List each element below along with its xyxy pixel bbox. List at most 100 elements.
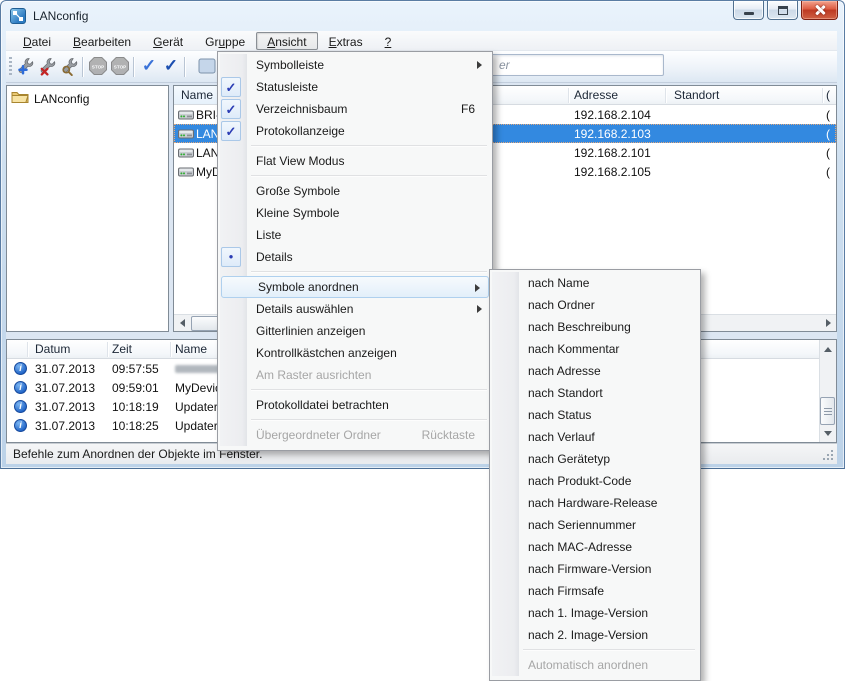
menu-item-automatisch-anordnen: Automatisch anordnen	[492, 654, 698, 676]
check-icon[interactable]: ✓	[139, 56, 159, 76]
log-column-header-zeit[interactable]: Zeit	[112, 342, 132, 356]
tree-item-lanconfig[interactable]: LANconfig	[11, 90, 89, 107]
menubar-item-datei[interactable]: Datei	[12, 32, 62, 50]
search-text: er	[499, 58, 510, 72]
log-date: 31.07.2013	[35, 400, 95, 414]
stop-icon[interactable]: STOP	[88, 56, 108, 76]
screen: LANconfig DateiBearbeitenGerätGruppeAnsi…	[0, 0, 845, 681]
menu-item-flat-view-modus[interactable]: Flat View Modus	[220, 150, 490, 172]
menu-item-nach-firmsafe[interactable]: nach Firmsafe	[492, 580, 698, 602]
menu-item-label: nach Name	[528, 276, 589, 290]
resize-grip[interactable]	[831, 450, 833, 452]
menu-item-nach-seriennummer[interactable]: nach Seriennummer	[492, 514, 698, 536]
menu-item-nach-mac-adresse[interactable]: nach MAC-Adresse	[492, 536, 698, 558]
titlebar[interactable]: LANconfig	[1, 1, 844, 31]
info-icon: i	[14, 419, 27, 432]
log-column-header-datum[interactable]: Datum	[35, 342, 70, 356]
menu-item-nach-ordner[interactable]: nach Ordner	[492, 294, 698, 316]
menu-item-label: Details auswählen	[256, 302, 353, 316]
menu-item-label: nach Status	[528, 408, 591, 422]
menu-item-nach-name[interactable]: nach Name	[492, 272, 698, 294]
column-header-item[interactable]: (	[826, 88, 830, 102]
menu-item-label: nach Firmsafe	[528, 584, 604, 598]
menu-item-nach-1-image-version[interactable]: nach 1. Image-Version	[492, 602, 698, 624]
menu-item-nach-kommentar[interactable]: nach Kommentar	[492, 338, 698, 360]
menu-item-kleine-symbole[interactable]: Kleine Symbole	[220, 202, 490, 224]
radio-dot-icon: ●	[221, 247, 241, 267]
menu-item-label: nach Produkt-Code	[528, 474, 631, 488]
menu-item-protokollanzeige[interactable]: ✓Protokollanzeige	[220, 120, 490, 142]
menubar-item-ansicht[interactable]: Ansicht	[256, 32, 317, 50]
toolbar-separator	[184, 57, 185, 77]
window-title: LANconfig	[33, 9, 88, 23]
menu-item-nach-status[interactable]: nach Status	[492, 404, 698, 426]
menu-item-verzeichnisbaum[interactable]: ✓VerzeichnisbaumF6	[220, 98, 490, 120]
menubar-item-gruppe[interactable]: Gruppe	[194, 32, 256, 50]
check-all-icon[interactable]: ✓	[161, 56, 181, 76]
config-delete-icon[interactable]	[37, 56, 57, 76]
menu-item-statusleiste[interactable]: ✓Statusleiste	[220, 76, 490, 98]
minimize-icon	[744, 12, 754, 15]
menu-item-nach-hardware-release[interactable]: nach Hardware-Release	[492, 492, 698, 514]
menu-item-details[interactable]: ●Details	[220, 246, 490, 268]
menu-separator	[220, 386, 490, 394]
menu-item-label: Symbolleiste	[256, 58, 324, 72]
menu-item-details-ausw-hlen[interactable]: Details auswählen	[220, 298, 490, 320]
scroll-right-arrow[interactable]	[820, 315, 836, 331]
stop-all-icon[interactable]: STOP	[110, 56, 130, 76]
menu-item-nach-standort[interactable]: nach Standort	[492, 382, 698, 404]
column-separator	[568, 88, 569, 103]
device-address: 192.168.2.104	[574, 108, 651, 122]
vertical-scrollbar-thumb[interactable]	[820, 397, 835, 425]
scroll-left-arrow[interactable]	[174, 315, 190, 331]
menu-item-nach-produkt-code[interactable]: nach Produkt-Code	[492, 470, 698, 492]
menu-item-label: Liste	[256, 228, 281, 242]
menu-item-label: nach Standort	[528, 386, 603, 400]
menu-item-nach-beschreibung[interactable]: nach Beschreibung	[492, 316, 698, 338]
info-icon: i	[14, 400, 27, 413]
column-header-adresse[interactable]: Adresse	[574, 88, 618, 102]
menu-item-liste[interactable]: Liste	[220, 224, 490, 246]
menu-separator	[220, 268, 490, 276]
column-header-standort[interactable]: Standort	[674, 88, 719, 102]
log-time: 10:18:19	[112, 400, 159, 414]
config-add-icon[interactable]	[15, 56, 35, 76]
menu-item-nach-firmware-version[interactable]: nach Firmware-Version	[492, 558, 698, 580]
minimize-button[interactable]	[733, 1, 764, 20]
menu-item-label: Verzeichnisbaum	[256, 102, 347, 116]
column-header-name[interactable]: Name	[181, 88, 213, 102]
menu-item-nach-ger-tetyp[interactable]: nach Gerätetyp	[492, 448, 698, 470]
svg-text:STOP: STOP	[114, 64, 126, 69]
menu-item-label: Kontrollkästchen anzeigen	[256, 346, 397, 360]
menu-item-symbolleiste[interactable]: Symbolleiste	[220, 54, 490, 76]
log-column-header-name[interactable]: Name	[175, 342, 207, 356]
menu-item-label: Übergeordneter Ordner	[256, 428, 381, 442]
maximize-button[interactable]	[767, 1, 798, 20]
menu-item-nach-adresse[interactable]: nach Adresse	[492, 360, 698, 382]
column-separator	[822, 88, 823, 103]
menu-item-symbole-anordnen[interactable]: Symbole anordnen	[221, 276, 489, 298]
menubar-item-?[interactable]: ?	[374, 32, 403, 50]
menu-item-label: nach 2. Image-Version	[528, 628, 648, 642]
config-search-icon[interactable]	[59, 56, 79, 76]
device-clipped-cell: (	[826, 146, 830, 160]
menu-item-label: nach Ordner	[528, 298, 595, 312]
menu-item-kontrollk-stchen-anzeigen[interactable]: Kontrollkästchen anzeigen	[220, 342, 490, 364]
scroll-up-arrow[interactable]	[820, 341, 836, 357]
scroll-down-arrow[interactable]	[820, 425, 836, 441]
menu-item-nach-verlauf[interactable]: nach Verlauf	[492, 426, 698, 448]
menubar-item-ger-t[interactable]: Gerät	[142, 32, 194, 50]
menubar-item-bearbeiten[interactable]: Bearbeiten	[62, 32, 142, 50]
device-address: 192.168.2.105	[574, 165, 651, 179]
device-icon	[178, 147, 194, 161]
toolbar-grip[interactable]	[9, 57, 12, 77]
sort-submenu: nach Namenach Ordnernach Beschreibungnac…	[489, 269, 701, 681]
clipped-icon[interactable]	[197, 56, 217, 76]
close-button[interactable]	[801, 1, 838, 20]
menubar-item-extras[interactable]: Extras	[318, 32, 374, 50]
menu-item-protokolldatei-betrachten[interactable]: Protokolldatei betrachten	[220, 394, 490, 416]
menu-item-gitterlinien-anzeigen[interactable]: Gitterlinien anzeigen	[220, 320, 490, 342]
menu-item-nach-2-image-version[interactable]: nach 2. Image-Version	[492, 624, 698, 646]
menu-item-label: nach Seriennummer	[528, 518, 636, 532]
menu-item-gro-e-symbole[interactable]: Große Symbole	[220, 180, 490, 202]
